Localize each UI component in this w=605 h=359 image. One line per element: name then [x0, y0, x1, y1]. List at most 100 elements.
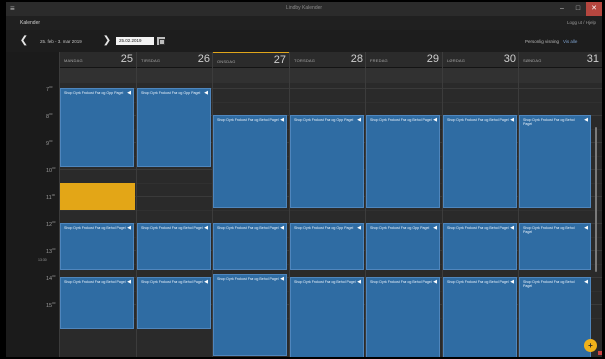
- app-label[interactable]: Kalender: [20, 20, 40, 26]
- calendar-event[interactable]: Shop Dyrk Frokost Frø og Behol Pagel ◀: [60, 223, 134, 270]
- event-arrow-icon[interactable]: ◀: [584, 117, 588, 123]
- time-label: 700: [46, 85, 53, 93]
- time-label: 1000: [46, 166, 56, 174]
- calendar-event[interactable]: Shop Dyrk Frokost Frø og Behol Pagel ◀: [213, 115, 287, 208]
- day-name: FREDAG: [370, 58, 388, 63]
- day-header[interactable]: LØRDAG 30: [443, 52, 519, 68]
- window-title: Lindby Kalender: [285, 5, 323, 11]
- show-all-link[interactable]: Vis alle: [563, 39, 577, 44]
- previous-week-button[interactable]: ❮: [18, 35, 30, 47]
- half-hour-line: [366, 101, 442, 103]
- day-header[interactable]: ONSDAG 27: [213, 52, 289, 68]
- day-name: MANDAG: [64, 58, 83, 63]
- vertical-scrollbar[interactable]: [595, 32, 599, 282]
- calendar-event[interactable]: Shop Dyrk Frokost Frø og Behol Pagel ◀: [443, 115, 517, 208]
- all-day-row[interactable]: [443, 68, 519, 83]
- event-arrow-icon[interactable]: ◀: [280, 276, 284, 282]
- event-title: Shop Dyrk Frokost Frø og Opp Pagel: [294, 118, 354, 122]
- all-day-row[interactable]: [366, 68, 442, 83]
- scroll-thumb[interactable]: [595, 127, 597, 272]
- day-header[interactable]: MANDAG 25: [60, 52, 136, 68]
- half-hour-line: [366, 209, 442, 211]
- maximize-button[interactable]: □: [570, 2, 586, 16]
- event-arrow-icon[interactable]: ◀: [584, 279, 588, 285]
- hour-line: [366, 88, 442, 89]
- resize-grip[interactable]: [598, 351, 602, 355]
- event-title: Shop Dyrk Frokost Frø og Behol Pagel: [523, 280, 575, 289]
- day-header[interactable]: TIRSDAG 26: [137, 52, 213, 68]
- day-header[interactable]: FREDAG 29: [366, 52, 442, 68]
- close-button[interactable]: ✕: [586, 2, 602, 16]
- calendar-event[interactable]: Shop Dyrk Frokost Frø og Behol Pagel ◀: [519, 223, 591, 270]
- hour-line: [137, 169, 213, 170]
- event-arrow-icon[interactable]: ◀: [127, 225, 131, 231]
- calendar-event[interactable]: Shop Dyrk Frokost Frø og Behol Pagel ◀: [366, 115, 440, 208]
- event-arrow-icon[interactable]: ◀: [127, 90, 131, 96]
- day-header[interactable]: TORSDAG 28: [290, 52, 366, 68]
- calendar-event[interactable]: Shop Dyrk Frokost Frø og Opp Pagel ◀: [290, 223, 364, 270]
- calendar-event[interactable]: Shop Dyrk Frokost Frø og Behol Pagel ◀: [443, 277, 517, 357]
- event-arrow-icon[interactable]: ◀: [357, 279, 361, 285]
- week-grid: 700 800 900 1000 1100 1200 1300 1400 1500 13:30 M…: [6, 52, 602, 357]
- event-arrow-icon[interactable]: ◀: [433, 117, 437, 123]
- all-day-row[interactable]: [213, 68, 289, 83]
- minimize-button[interactable]: –: [554, 2, 570, 16]
- calendar-event[interactable]: Shop Dyrk Frokost Frø og Opp Pagel ◀: [137, 88, 211, 167]
- calendar-event[interactable]: Shop Dyrk Frokost Frø og Behol Pagel ◀: [213, 223, 287, 270]
- calendar-picker-icon[interactable]: [157, 37, 165, 45]
- event-arrow-icon[interactable]: ◀: [280, 117, 284, 123]
- appbar-links[interactable]: Logg ut / Hjelp: [567, 20, 596, 25]
- all-day-row[interactable]: [60, 68, 136, 83]
- event-arrow-icon[interactable]: ◀: [510, 117, 514, 123]
- event-title: Shop Dyrk Frokost Frø og Behol Pagel: [64, 226, 126, 230]
- event-arrow-icon[interactable]: ◀: [127, 279, 131, 285]
- all-day-row[interactable]: [519, 68, 602, 83]
- half-hour-line: [137, 209, 213, 211]
- event-title: Shop Dyrk Frokost Frø og Behol Pagel: [217, 226, 279, 230]
- calendar-event[interactable]: Shop Dyrk Frokost Frø og Behol Pagel ◀: [60, 277, 134, 329]
- calendar-event[interactable]: Shop Dyrk Frokost Frø og Behol Pagel ◀: [137, 277, 211, 329]
- calendar-event[interactable]: Shop Dyrk Frokost Frø og Behol Pagel ◀: [519, 277, 591, 357]
- hour-line: [519, 88, 602, 89]
- time-gutter: 700 800 900 1000 1100 1200 1300 1400 1500 13:30: [6, 52, 59, 357]
- event-arrow-icon[interactable]: ◀: [584, 225, 588, 231]
- calendar-event[interactable]: Shop Dyrk Frokost Frø og Behol Pagel ◀: [519, 115, 591, 208]
- day-name: SØNDAG: [523, 58, 542, 63]
- event-title: Shop Dyrk Frokost Frø og Behol Pagel: [64, 280, 126, 284]
- day-header[interactable]: SØNDAG 31: [519, 52, 602, 68]
- event-title: Shop Dyrk Frokost Frø og Behol Pagel: [523, 118, 575, 127]
- event-arrow-icon[interactable]: ◀: [204, 279, 208, 285]
- title-bar: ≡ Lindby Kalender – □ ✕: [6, 2, 602, 16]
- all-day-row[interactable]: [137, 68, 213, 83]
- event-arrow-icon[interactable]: ◀: [204, 90, 208, 96]
- selected-time-slot[interactable]: [60, 182, 135, 210]
- time-label: 1200: [46, 220, 56, 228]
- event-arrow-icon[interactable]: ◀: [357, 225, 361, 231]
- calendar-event[interactable]: Shop Dyrk Frokost Frø og Behol Pagel ◀: [366, 277, 440, 357]
- event-title: Shop Dyrk Frokost Frø og Opp Pagel: [294, 226, 354, 230]
- personal-view-link[interactable]: Personlig visning: [525, 39, 559, 44]
- event-arrow-icon[interactable]: ◀: [280, 225, 284, 231]
- calendar-event[interactable]: Shop Dyrk Frokost Frø og Opp Pagel ◀: [290, 115, 364, 208]
- event-arrow-icon[interactable]: ◀: [510, 279, 514, 285]
- all-day-row[interactable]: [290, 68, 366, 83]
- add-event-button[interactable]: +: [584, 339, 597, 352]
- calendar-event[interactable]: Shop Dyrk Frokost Frø og Behol Pagel ◀: [290, 277, 364, 357]
- event-arrow-icon[interactable]: ◀: [433, 279, 437, 285]
- day-name: ONSDAG: [217, 59, 236, 64]
- half-hour-line: [60, 209, 136, 211]
- calendar-event[interactable]: Shop Dyrk Frokost Frø og Opp Pagel ◀: [60, 88, 134, 167]
- event-arrow-icon[interactable]: ◀: [433, 225, 437, 231]
- calendar-event[interactable]: Shop Dyrk Frokost Frø og Behol Pagel ◀: [213, 274, 287, 356]
- date-range-label: 25. feb - 3. mar 2019: [40, 39, 82, 44]
- half-hour-line: [213, 209, 289, 211]
- calendar-event[interactable]: Shop Dyrk Frokost Frø og Opp Pagel ◀: [366, 223, 440, 270]
- event-arrow-icon[interactable]: ◀: [204, 225, 208, 231]
- date-input[interactable]: 25.02.2019: [116, 37, 154, 45]
- next-week-button[interactable]: ❯: [101, 35, 113, 47]
- calendar-event[interactable]: Shop Dyrk Frokost Frø og Behol Pagel ◀: [443, 223, 517, 270]
- time-label: 1500: [46, 301, 56, 309]
- event-arrow-icon[interactable]: ◀: [357, 117, 361, 123]
- calendar-event[interactable]: Shop Dyrk Frokost Frø og Behol Pagel ◀: [137, 223, 211, 270]
- event-arrow-icon[interactable]: ◀: [510, 225, 514, 231]
